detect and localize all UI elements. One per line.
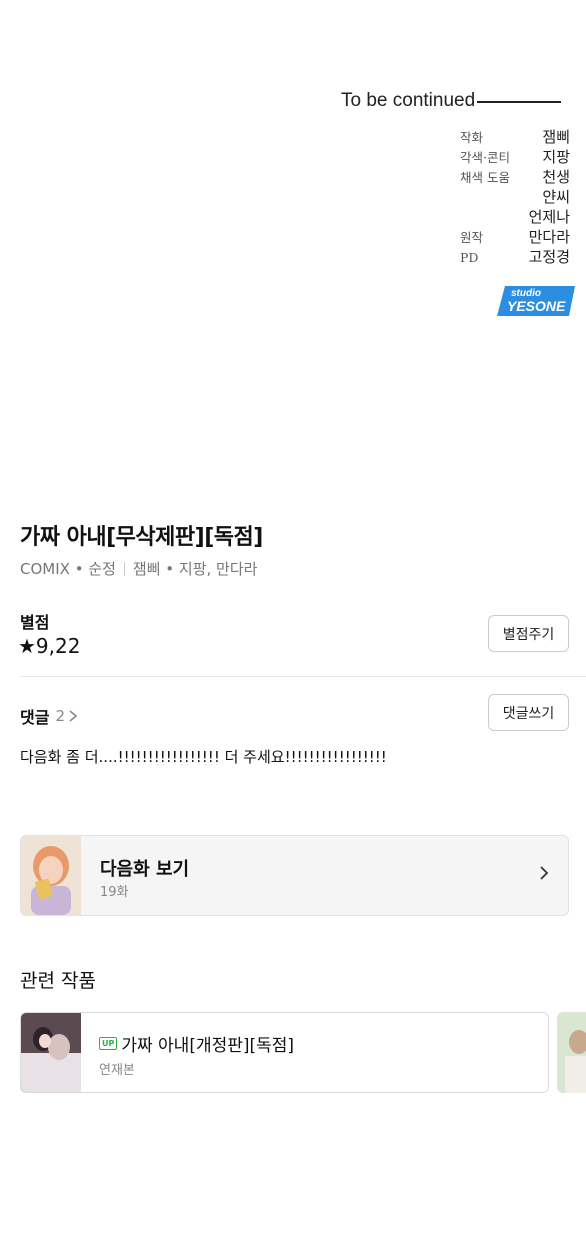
comments-label: 댓글 [20, 708, 50, 727]
related-heading: 관련 작품 [20, 970, 96, 992]
credit-role: 채색 도움 [460, 170, 510, 185]
credit-row: 각색·콘티 지팡 [452, 146, 570, 166]
credit-row: 채색 도움 천생 [452, 166, 570, 186]
credit-name: 언제나 [528, 208, 570, 226]
comments-count: 2 [55, 707, 65, 725]
latest-comment: 다음화 좀 더....!!!!!!!!!!!!!!!!! 더 주세요!!!!!!… [20, 748, 387, 766]
to-be-continued-line [477, 101, 562, 103]
credit-name: 얀씨 [542, 188, 570, 206]
credit-row: 작화 잼삐 [452, 126, 570, 146]
meta-separator [123, 561, 125, 576]
work-label: COMIX [20, 559, 70, 578]
credit-name: 만다라 [528, 228, 570, 246]
write-comment-button[interactable]: 댓글쓰기 [488, 694, 569, 731]
credit-row: PD 고정경 [452, 246, 570, 266]
related-work-thumbnail [21, 1013, 81, 1092]
rating-value: ★9,22 [18, 634, 81, 658]
up-badge: UP [99, 1037, 118, 1050]
credit-role: 원작 [460, 230, 484, 245]
meta-bullet: • [69, 559, 89, 578]
section-divider [20, 676, 586, 677]
credits-list: 작화 잼삐 각색·콘티 지팡 채색 도움 천생 얀씨 언제나 원작 만다라 PD 고정경 [452, 126, 570, 266]
work-title: 가짜 아내[무삭제판][독점] [20, 525, 263, 550]
credit-name: 지팡 [542, 148, 570, 166]
work-genre: 순정 [88, 560, 116, 578]
to-be-continued: To be continued [341, 90, 562, 112]
credit-row: 얀씨 [452, 186, 570, 206]
credit-name: 고정경 [528, 248, 570, 266]
related-work-title: 가짜 아내[개정판][독점] [121, 1036, 295, 1056]
related-work-title-row: UP 가짜 아내[개정판][독점] [99, 1031, 294, 1056]
credit-row: 원작 만다라 [452, 226, 570, 246]
rating-label: 별점 [20, 613, 50, 632]
credit-role: 작화 [460, 130, 484, 145]
credit-name: 잼삐 [542, 128, 570, 146]
rate-button[interactable]: 별점주기 [488, 615, 569, 652]
chevron-right-icon [540, 866, 549, 880]
credit-name: 천생 [542, 168, 570, 186]
related-work-status: 연재본 [99, 1063, 135, 1078]
next-episode-thumbnail [21, 836, 81, 915]
credit-row: 언제나 [452, 206, 570, 226]
work-meta: COMIX • 순정 잼삐 • 지팡, 만다라 [20, 558, 257, 579]
next-episode-title: 다음화 보기 [100, 859, 190, 880]
work-authors[interactable]: 잼삐 • 지팡, 만다라 [133, 558, 258, 579]
related-work-thumbnail-partial[interactable] [557, 1012, 586, 1093]
next-episode-card[interactable]: 다음화 보기 19화 [20, 835, 569, 916]
to-be-continued-text: To be continued [341, 90, 476, 111]
related-work-card[interactable]: UP 가짜 아내[개정판][독점] 연재본 [20, 1012, 549, 1093]
studio-yesone-logo: studio YESONE [497, 286, 575, 316]
credit-role: PD [460, 250, 479, 265]
next-episode-number: 19화 [100, 885, 129, 900]
comments-link[interactable]: 댓글 2 [20, 704, 78, 728]
svg-text:YESONE: YESONE [507, 298, 566, 314]
credit-role: 각색·콘티 [460, 150, 510, 165]
chevron-right-icon [69, 710, 78, 722]
